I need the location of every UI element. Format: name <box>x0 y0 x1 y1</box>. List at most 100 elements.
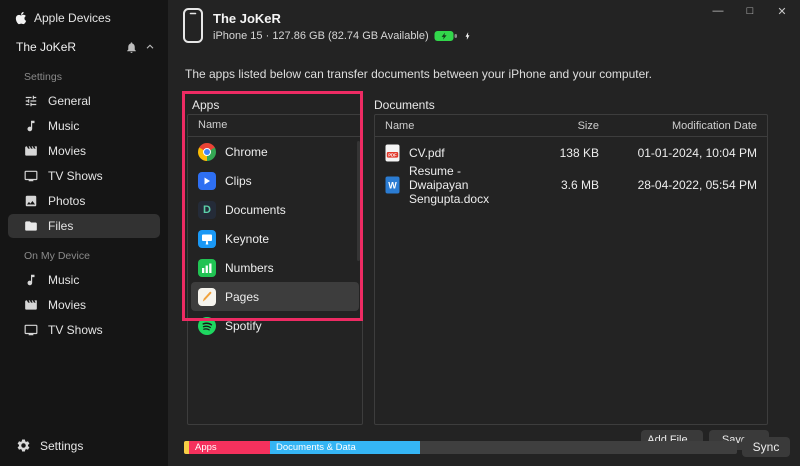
settings-label: Settings <box>40 439 83 453</box>
sidebar-item-label: General <box>48 94 91 108</box>
charging-bolt-icon <box>463 30 472 42</box>
column-header-size[interactable]: Size <box>514 120 599 132</box>
keynote-icon <box>198 230 216 248</box>
app-row-spotify[interactable]: Spotify <box>191 311 359 340</box>
chrome-icon <box>198 143 216 161</box>
close-button[interactable]: ✕ <box>766 0 798 22</box>
documents-table: Name Size Modification Date PDF CV.pdf 1… <box>374 114 768 425</box>
document-size: 138 KB <box>514 146 599 160</box>
app-row-numbers[interactable]: Numbers <box>191 253 359 282</box>
sidebar-item-label: TV Shows <box>48 169 103 183</box>
word-file-icon: W <box>385 176 400 194</box>
storage-segment-label: Apps <box>195 442 217 453</box>
window-controls: — □ ✕ <box>702 0 798 22</box>
app-row-keynote[interactable]: Keynote <box>191 224 359 253</box>
document-name: Resume - Dwaipayan Sengupta.docx <box>409 164 514 206</box>
app-row-chrome[interactable]: Chrome <box>191 137 359 166</box>
sync-button[interactable]: Sync <box>742 437 790 457</box>
sidebar-item-label: Movies <box>48 144 86 158</box>
storage-segment-label: Documents & Data <box>276 442 356 453</box>
app-label: Spotify <box>225 319 262 333</box>
apps-list: Name Chrome Clips D Documents Keynote Nu… <box>187 114 363 425</box>
apple-logo-icon <box>15 11 27 25</box>
document-date: 28-04-2022, 05:54 PM <box>599 178 767 192</box>
app-row-clips[interactable]: Clips <box>191 166 359 195</box>
app-label: Chrome <box>225 145 268 159</box>
app-title-row: Apple Devices <box>0 0 168 33</box>
pages-icon <box>198 288 216 306</box>
column-header-date[interactable]: Modification Date <box>599 120 767 132</box>
iphone-icon <box>181 7 205 45</box>
sidebar-item-label: Files <box>48 219 73 233</box>
spotify-icon <box>198 317 216 335</box>
storage-segment-apps: Apps <box>189 441 270 454</box>
documents-panel-title: Documents <box>374 98 435 112</box>
app-row-pages[interactable]: Pages <box>191 282 359 311</box>
sidebar-item-files[interactable]: Files <box>8 214 160 238</box>
maximize-button[interactable]: □ <box>734 0 766 22</box>
gear-icon <box>16 438 31 453</box>
app-label: Documents <box>225 203 286 217</box>
app-label: Clips <box>225 174 252 188</box>
device-title: The JoKeR <box>213 11 281 26</box>
clips-icon <box>198 172 216 190</box>
app-label: Keynote <box>225 232 269 246</box>
sidebar-item-label: Music <box>48 119 79 133</box>
sidebar-item-label: Music <box>48 273 79 287</box>
column-header-name[interactable]: Name <box>375 120 514 132</box>
music-note-icon <box>24 273 38 287</box>
sidebar-item-device-tv-shows[interactable]: TV Shows <box>8 318 160 342</box>
device-subtitle: iPhone 15 · 127.86 GB (82.74 GB Availabl… <box>213 30 429 42</box>
app-label: Pages <box>225 290 259 304</box>
minimize-button[interactable]: — <box>702 0 734 22</box>
film-icon <box>24 298 38 312</box>
app-row-documents[interactable]: D Documents <box>191 195 359 224</box>
sidebar-device-selector[interactable]: The JoKeR <box>0 33 168 60</box>
film-icon <box>24 144 38 158</box>
tv-icon <box>24 169 38 183</box>
section-label-settings: Settings <box>0 60 168 88</box>
apple-devices-window: Apple Devices The JoKeR Settings General… <box>0 0 800 466</box>
apps-column-header[interactable]: Name <box>188 115 362 137</box>
chevron-up-icon[interactable] <box>144 41 156 53</box>
sidebar-item-movies[interactable]: Movies <box>8 139 160 163</box>
sidebar-item-general[interactable]: General <box>8 89 160 113</box>
documents-icon: D <box>198 201 216 219</box>
document-size: 3.6 MB <box>514 178 599 192</box>
folder-icon <box>24 219 38 233</box>
svg-text:PDF: PDF <box>388 152 397 157</box>
sidebar-item-label: Movies <box>48 298 86 312</box>
sidebar-item-photos[interactable]: Photos <box>8 189 160 213</box>
sidebar-item-music[interactable]: Music <box>8 114 160 138</box>
numbers-icon <box>198 259 216 277</box>
sidebar-item-device-music[interactable]: Music <box>8 268 160 292</box>
svg-text:W: W <box>388 181 397 191</box>
storage-segment-documents: Documents & Data <box>270 441 420 454</box>
sidebar-item-device-movies[interactable]: Movies <box>8 293 160 317</box>
main-content: — □ ✕ The JoKeR iPhone 15 · 127.86 GB (8… <box>168 0 800 466</box>
sliders-icon <box>24 94 38 108</box>
battery-icon <box>434 30 458 42</box>
app-label: Numbers <box>225 261 274 275</box>
sidebar: Apple Devices The JoKeR Settings General… <box>0 0 168 466</box>
sidebar-item-tv-shows[interactable]: TV Shows <box>8 164 160 188</box>
documents-table-header: Name Size Modification Date <box>375 115 767 137</box>
section-label-on-my-device: On My Device <box>0 239 168 267</box>
tv-icon <box>24 323 38 337</box>
settings-button[interactable]: Settings <box>0 425 168 466</box>
photo-icon <box>24 194 38 208</box>
apps-panel-title: Apps <box>192 98 219 112</box>
device-subtitle-row: iPhone 15 · 127.86 GB (82.74 GB Availabl… <box>213 30 472 42</box>
storage-usage-bar: Apps Documents & Data <box>184 441 737 454</box>
table-row[interactable]: W Resume - Dwaipayan Sengupta.docx 3.6 M… <box>375 169 767 201</box>
pdf-file-icon: PDF <box>385 144 400 162</box>
sidebar-item-label: TV Shows <box>48 323 103 337</box>
app-title-label: Apple Devices <box>34 11 111 25</box>
music-note-icon <box>24 119 38 133</box>
apps-scrollbar[interactable] <box>357 141 360 261</box>
device-name-label: The JoKeR <box>16 40 119 54</box>
document-name: CV.pdf <box>409 146 445 160</box>
sidebar-item-label: Photos <box>48 194 85 208</box>
bell-icon[interactable] <box>125 41 138 54</box>
transfer-description: The apps listed below can transfer docum… <box>185 67 652 81</box>
